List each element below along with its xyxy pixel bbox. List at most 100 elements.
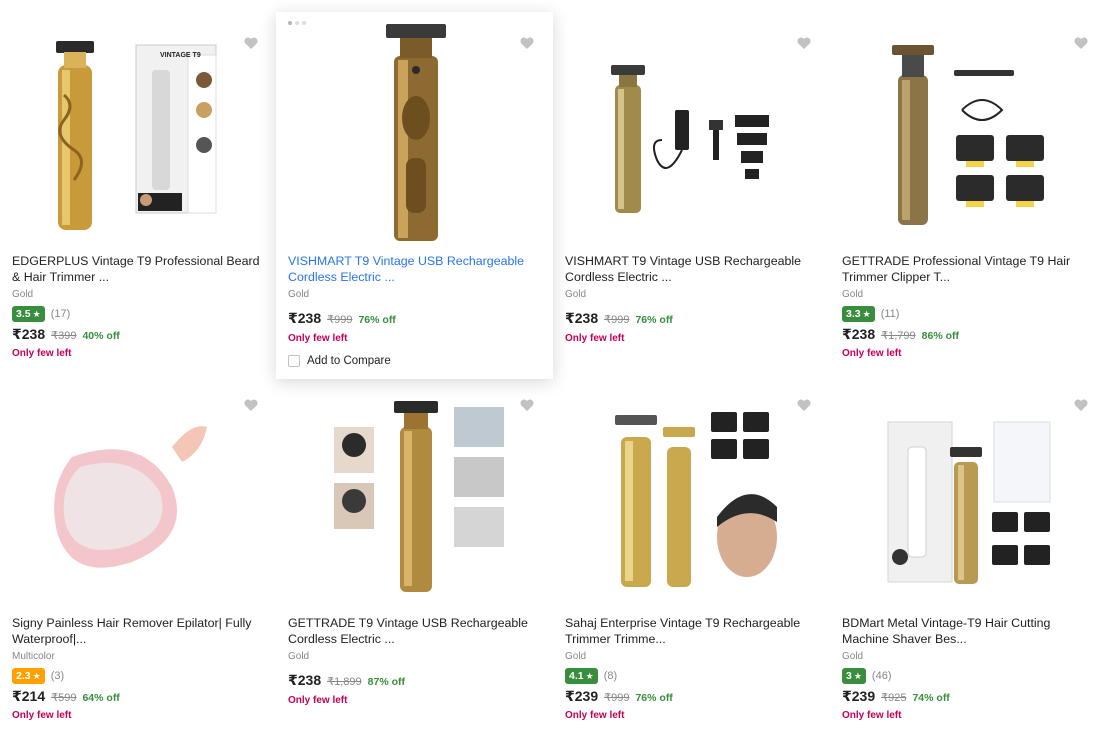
product-color: Gold xyxy=(565,651,587,662)
product-image[interactable] xyxy=(288,387,540,597)
star-icon: ★ xyxy=(585,670,594,681)
price-row: ₹239 ₹999 76% off xyxy=(565,688,673,705)
price: ₹239 xyxy=(565,688,599,704)
discount: 74% off xyxy=(912,692,950,704)
heart-icon[interactable] xyxy=(796,35,812,51)
product-title[interactable]: VISHMART T9 Vintage USB Rechargeable Cor… xyxy=(288,253,543,285)
product-title[interactable]: Signy Painless Hair Remover Epilator| Fu… xyxy=(12,615,267,647)
product-image[interactable] xyxy=(565,25,817,235)
rating-badge: 3.5 ★ xyxy=(12,306,45,322)
product-title[interactable]: GETTRADE Professional Vintage T9 Hair Tr… xyxy=(842,253,1097,285)
product-card[interactable]: Sahaj Enterprise Vintage T9 Rechargeable… xyxy=(553,362,830,724)
original-price: ₹1,899 xyxy=(327,676,362,688)
price-row: ₹238 ₹399 40% off xyxy=(12,326,120,343)
product-card[interactable]: BDMart Metal Vintage-T9 Hair Cutting Mac… xyxy=(830,362,1107,724)
heart-icon[interactable] xyxy=(519,397,535,413)
product-image[interactable] xyxy=(565,387,817,597)
heart-icon[interactable] xyxy=(519,35,535,51)
price-row: ₹238 ₹1,799 86% off xyxy=(842,326,959,343)
rating-badge: 4.1 ★ xyxy=(565,668,598,684)
stock-status: Only few left xyxy=(565,333,625,344)
price: ₹238 xyxy=(288,310,322,326)
rating-count: (3) xyxy=(50,670,65,682)
rating-count: (46) xyxy=(871,670,892,682)
rating-row: 4.1 ★ (8) xyxy=(565,668,617,684)
price-row: ₹214 ₹599 64% off xyxy=(12,688,120,705)
original-price: ₹999 xyxy=(327,314,353,326)
product-image[interactable] xyxy=(288,23,540,241)
star-icon: ★ xyxy=(32,308,41,319)
heart-icon[interactable] xyxy=(1073,35,1089,51)
product-color: Gold xyxy=(842,289,864,300)
rating-row: 3.3 ★ (11) xyxy=(842,306,899,322)
stock-status: Only few left xyxy=(842,710,902,721)
original-price: ₹399 xyxy=(51,330,77,342)
stock-status: Only few left xyxy=(12,348,72,359)
product-card[interactable]: VINTAGE T9 EDGERPLUS Vintage T9 Professi… xyxy=(0,0,277,362)
product-image[interactable] xyxy=(842,25,1094,235)
discount: 40% off xyxy=(82,330,120,342)
discount: 87% off xyxy=(367,676,405,688)
product-title[interactable]: VISHMART T9 Vintage USB Rechargeable Cor… xyxy=(565,253,820,285)
product-card[interactable]: VISHMART T9 Vintage USB Rechargeable Cor… xyxy=(276,12,553,379)
price-row: ₹238 ₹999 76% off xyxy=(565,310,673,327)
rating-row: 2.3 ★ (3) xyxy=(12,668,64,684)
star-icon: ★ xyxy=(862,308,871,319)
product-color: Gold xyxy=(842,651,864,662)
discount: 76% off xyxy=(635,692,673,704)
stock-status: Only few left xyxy=(565,710,625,721)
product-color: Gold xyxy=(12,289,34,300)
stock-status: Only few left xyxy=(288,333,348,344)
compare-label: Add to Compare xyxy=(307,355,391,367)
product-image[interactable]: VINTAGE T9 xyxy=(12,25,264,235)
rating-count: (8) xyxy=(603,670,618,682)
original-price: ₹999 xyxy=(604,692,630,704)
price-row: ₹239 ₹925 74% off xyxy=(842,688,950,705)
original-price: ₹925 xyxy=(881,692,907,704)
price: ₹238 xyxy=(565,310,599,326)
heart-icon[interactable] xyxy=(243,397,259,413)
rating-count: (11) xyxy=(880,308,900,320)
product-card[interactable]: GETTRADE T9 Vintage USB Rechargeable Cor… xyxy=(276,362,553,724)
heart-icon[interactable] xyxy=(1073,397,1089,413)
product-title[interactable]: GETTRADE T9 Vintage USB Rechargeable Cor… xyxy=(288,615,543,647)
price: ₹239 xyxy=(842,688,876,704)
price: ₹238 xyxy=(12,326,46,342)
product-card[interactable]: GETTRADE Professional Vintage T9 Hair Tr… xyxy=(830,0,1107,362)
product-color: Gold xyxy=(288,289,310,300)
compare-checkbox[interactable] xyxy=(288,355,300,367)
discount: 76% off xyxy=(635,314,673,326)
heart-icon[interactable] xyxy=(243,35,259,51)
product-card[interactable]: VISHMART T9 Vintage USB Rechargeable Cor… xyxy=(553,0,830,362)
product-title[interactable]: EDGERPLUS Vintage T9 Professional Beard … xyxy=(12,253,267,285)
product-color: Gold xyxy=(565,289,587,300)
stock-status: Only few left xyxy=(288,695,348,706)
original-price: ₹599 xyxy=(51,692,77,704)
product-grid: VINTAGE T9 EDGERPLUS Vintage T9 Professi… xyxy=(0,0,1108,730)
product-image[interactable] xyxy=(842,387,1094,597)
original-price: ₹999 xyxy=(604,314,630,326)
discount: 86% off xyxy=(921,330,959,342)
add-to-compare[interactable]: Add to Compare xyxy=(288,355,391,367)
product-color: Gold xyxy=(288,651,310,662)
product-image[interactable] xyxy=(12,387,264,597)
price-row: ₹238 ₹1,899 87% off xyxy=(288,672,405,689)
rating-badge: 2.3 ★ xyxy=(12,668,45,684)
price: ₹238 xyxy=(288,672,322,688)
box-label: VINTAGE T9 xyxy=(160,52,201,59)
product-card[interactable]: Signy Painless Hair Remover Epilator| Fu… xyxy=(0,362,277,724)
rating-badge: 3.3 ★ xyxy=(842,306,875,322)
product-title[interactable]: BDMart Metal Vintage-T9 Hair Cutting Mac… xyxy=(842,615,1097,647)
heart-icon[interactable] xyxy=(796,397,812,413)
discount: 76% off xyxy=(358,314,396,326)
discount: 64% off xyxy=(82,692,120,704)
star-icon: ★ xyxy=(32,670,41,681)
stock-status: Only few left xyxy=(842,348,902,359)
product-title[interactable]: Sahaj Enterprise Vintage T9 Rechargeable… xyxy=(565,615,820,647)
rating-count: (17) xyxy=(50,308,71,320)
rating-row: 3.5 ★ (17) xyxy=(12,306,70,322)
star-icon: ★ xyxy=(853,670,862,681)
price-row: ₹238 ₹999 76% off xyxy=(288,310,396,327)
product-color: Multicolor xyxy=(12,651,55,662)
original-price: ₹1,799 xyxy=(881,330,916,342)
